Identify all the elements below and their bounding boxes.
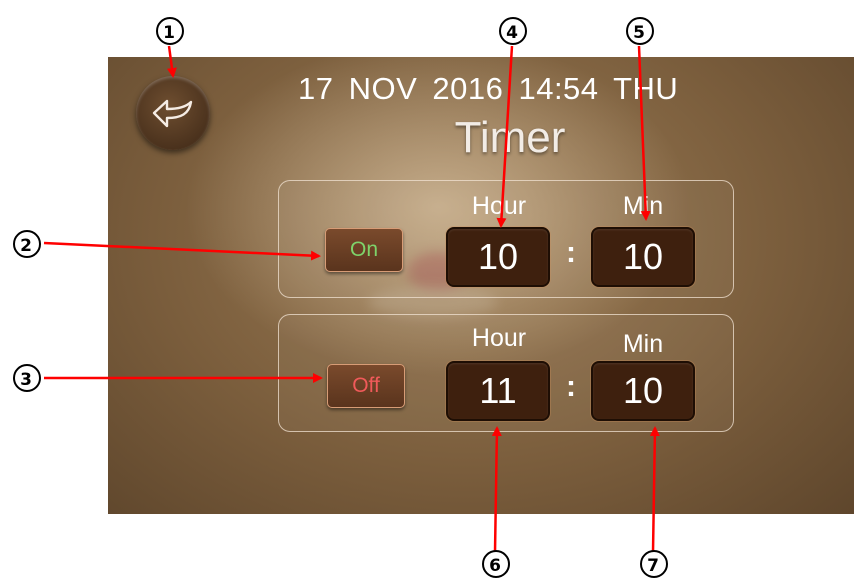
arrow-2 (43, 241, 321, 261)
callout-7: 7 (638, 548, 668, 578)
arrow-4 (496, 45, 514, 228)
callout-6: 6 (480, 548, 510, 578)
callout-5: 5 (624, 15, 654, 45)
callout-3: 3 (11, 362, 41, 392)
arrow-1 (166, 45, 177, 78)
arrow-7 (649, 426, 660, 553)
arrow-5 (637, 45, 651, 221)
callout-2: 2 (11, 228, 41, 258)
callout-1: 1 (154, 15, 184, 45)
arrow-6 (491, 426, 502, 553)
callout-4: 4 (497, 15, 527, 45)
annotation-arrows (43, 45, 660, 553)
